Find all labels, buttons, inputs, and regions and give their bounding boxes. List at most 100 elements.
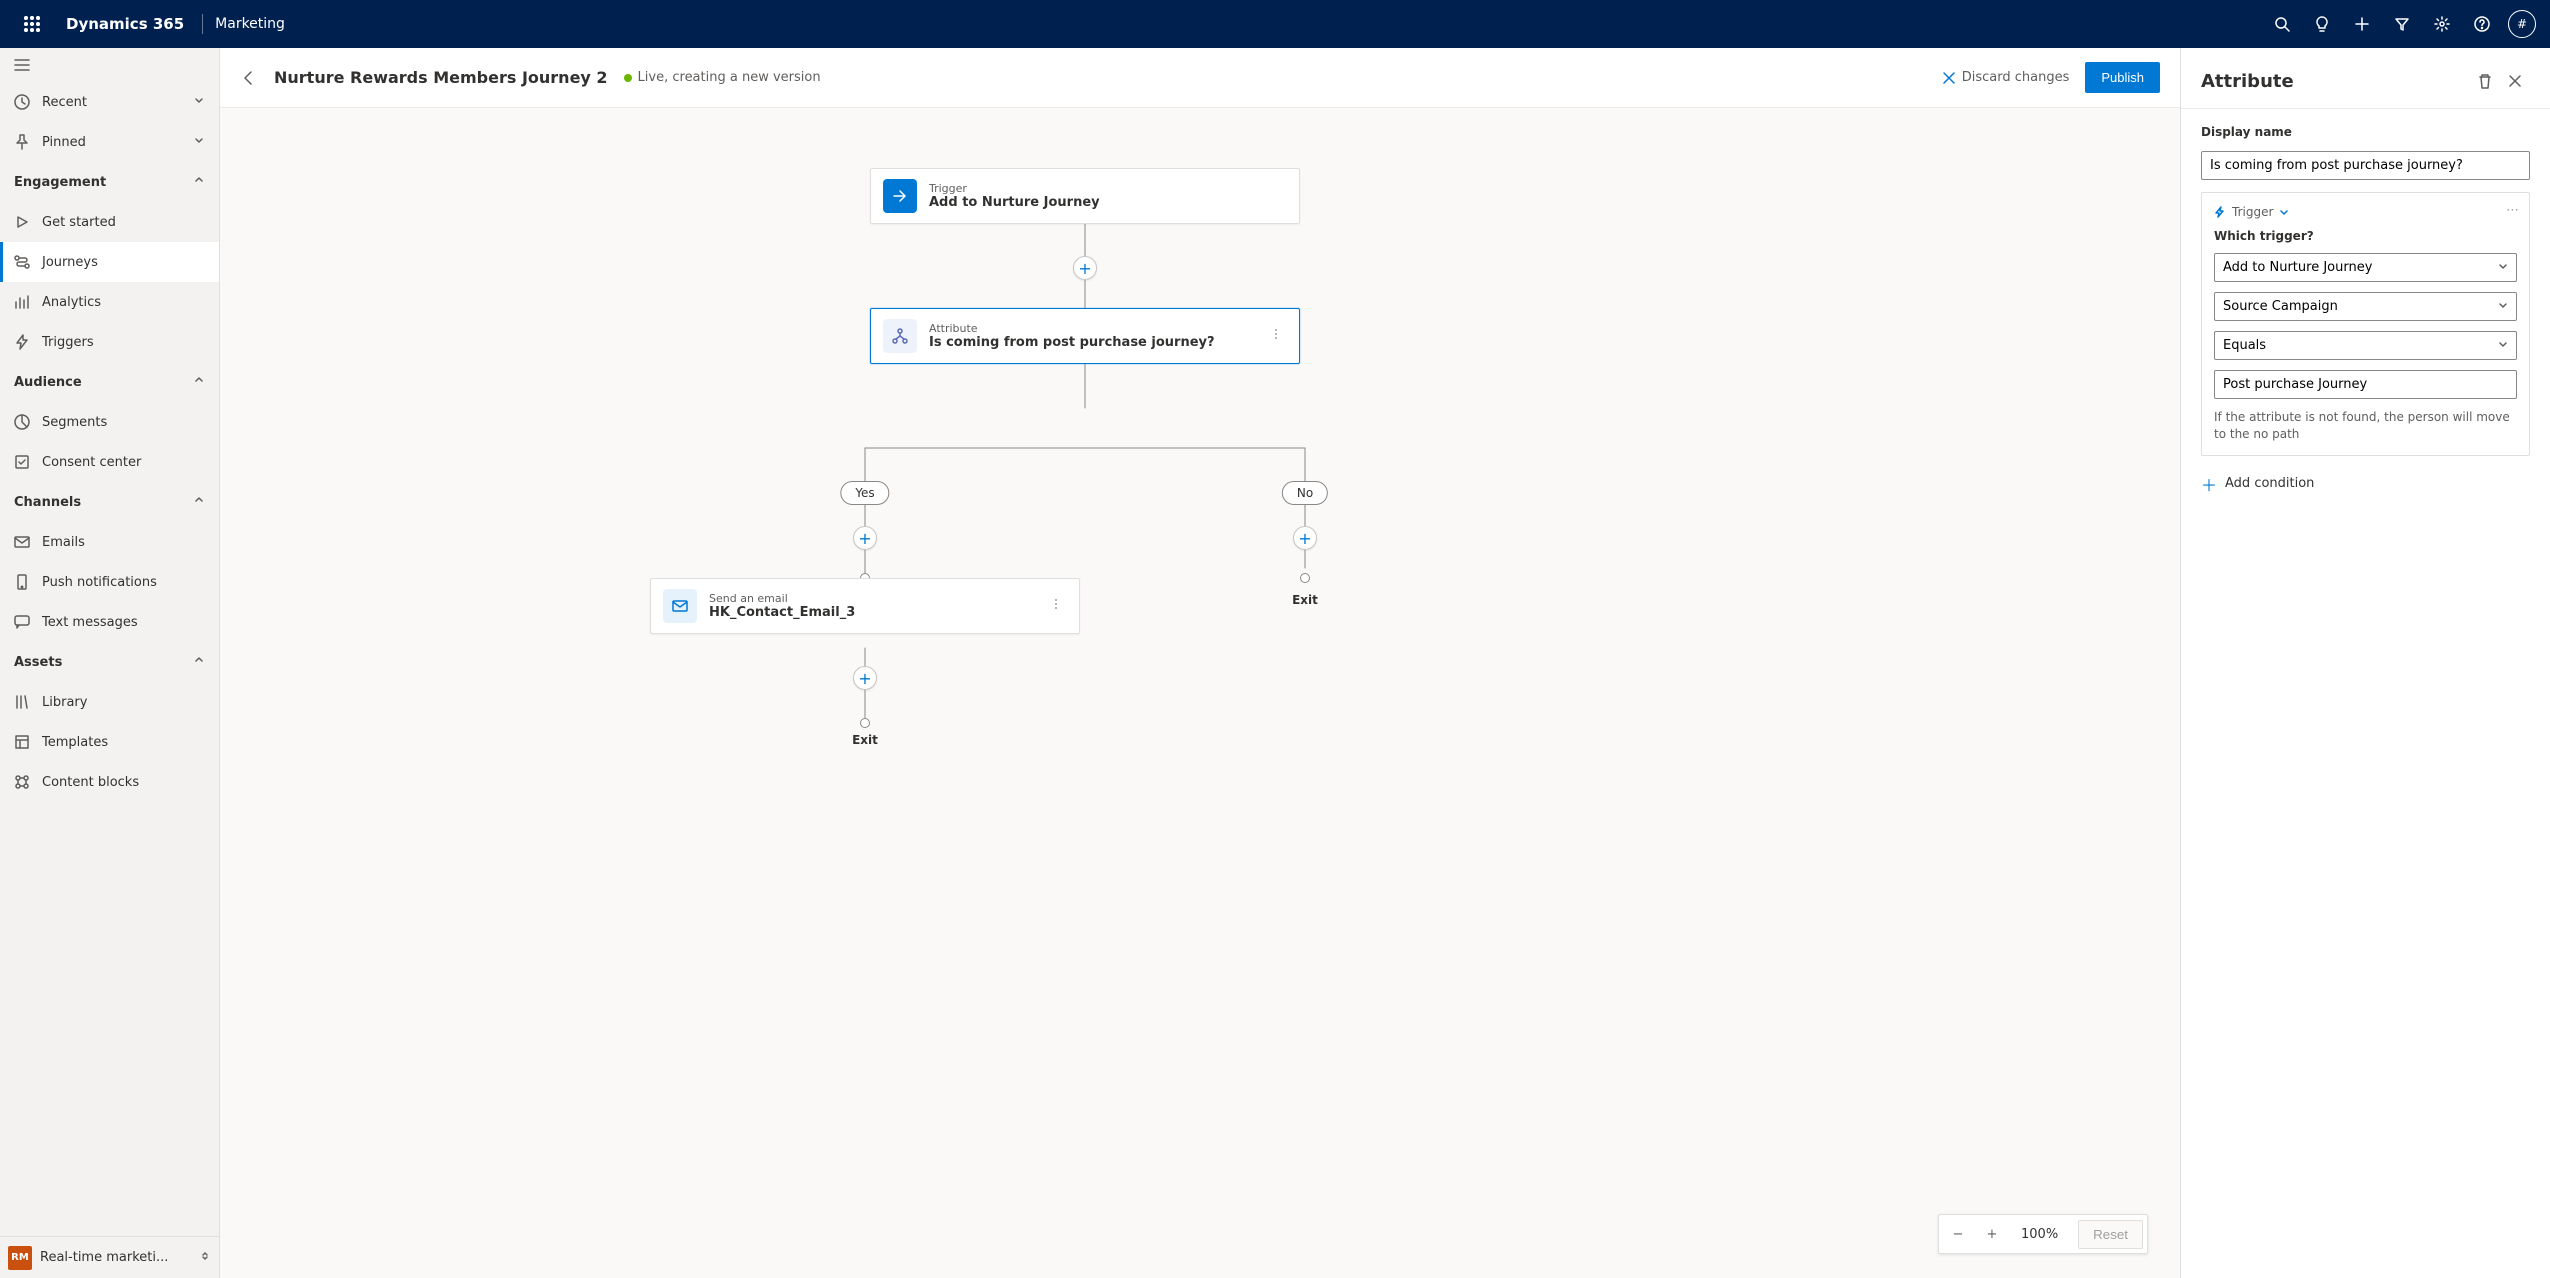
nav-section-label: Channels: [14, 495, 81, 510]
chevron-up-icon: [193, 174, 205, 190]
nav-section-audience[interactable]: Audience: [0, 362, 219, 402]
search-icon[interactable]: [2262, 0, 2302, 48]
nav-consent-center[interactable]: Consent center: [0, 442, 219, 482]
area-badge: RM: [8, 1246, 32, 1270]
nav-item-label: Triggers: [42, 335, 94, 350]
publish-button[interactable]: Publish: [2085, 62, 2160, 93]
node-more-icon[interactable]: [1265, 323, 1287, 349]
nav-item-label: Journeys: [42, 255, 98, 270]
nav-pinned[interactable]: Pinned: [0, 122, 219, 162]
discard-label: Discard changes: [1962, 70, 2070, 85]
nav-recent[interactable]: Recent: [0, 82, 219, 122]
chevron-down-icon: [193, 134, 205, 150]
nav-text-messages[interactable]: Text messages: [0, 602, 219, 642]
add-step-button[interactable]: +: [853, 526, 877, 550]
nav-triggers[interactable]: Triggers: [0, 322, 219, 362]
node-email[interactable]: Send an email HK_Contact_Email_3: [650, 578, 1080, 634]
add-step-button[interactable]: +: [1293, 526, 1317, 550]
nav-content-blocks[interactable]: Content blocks: [0, 762, 219, 802]
panel-title: Attribute: [2201, 71, 2470, 92]
nav-recent-label: Recent: [42, 95, 87, 110]
nav-item-label: Text messages: [42, 615, 138, 630]
nav-item-label: Analytics: [42, 295, 101, 310]
nav-section-assets[interactable]: Assets: [0, 642, 219, 682]
nav-item-label: Get started: [42, 215, 116, 230]
nav-segments[interactable]: Segments: [0, 402, 219, 442]
nav-section-label: Audience: [14, 375, 82, 390]
add-condition-button[interactable]: ＋ Add condition: [2201, 468, 2530, 500]
discard-changes-button[interactable]: Discard changes: [1942, 70, 2070, 85]
nav-section-engagement[interactable]: Engagement: [0, 162, 219, 202]
display-name-label: Display name: [2201, 125, 2530, 139]
brand-label: Dynamics 365: [56, 15, 194, 33]
nav-item-label: Segments: [42, 415, 107, 430]
add-condition-label: Add condition: [2225, 476, 2314, 491]
connector-port: [860, 718, 870, 728]
nav-templates[interactable]: Templates: [0, 722, 219, 762]
area-switcher[interactable]: RM Real-time marketi...: [0, 1236, 219, 1278]
add-icon[interactable]: [2342, 0, 2382, 48]
nav-emails[interactable]: Emails: [0, 522, 219, 562]
exit-label: Exit: [1292, 593, 1318, 607]
global-top-bar: Dynamics 365 Marketing #: [0, 0, 2550, 48]
status-text: Live, creating a new version: [638, 70, 821, 85]
node-name-label: Is coming from post purchase journey?: [929, 335, 1253, 350]
trigger-icon: [883, 179, 917, 213]
left-nav: Recent Pinned Engagement Get started Jou…: [0, 48, 220, 1278]
add-step-button[interactable]: +: [1073, 256, 1097, 280]
zoom-out-button[interactable]: −: [1943, 1219, 1973, 1249]
help-icon[interactable]: [2462, 0, 2502, 48]
nav-push-notifications[interactable]: Push notifications: [0, 562, 219, 602]
node-attribute[interactable]: Attribute Is coming from post purchase j…: [870, 308, 1300, 364]
zoom-in-button[interactable]: +: [1977, 1219, 2007, 1249]
node-trigger[interactable]: Trigger Add to Nurture Journey: [870, 168, 1300, 224]
nav-item-label: Library: [42, 695, 87, 710]
node-more-icon[interactable]: [1045, 593, 1067, 619]
card-more-icon[interactable]: ⋯: [2506, 203, 2519, 218]
condition-hint: If the attribute is not found, the perso…: [2214, 409, 2517, 443]
nav-item-label: Content blocks: [42, 775, 139, 790]
nav-analytics[interactable]: Analytics: [0, 282, 219, 322]
chevron-up-icon: [193, 654, 205, 670]
card-heading-label: Trigger: [2232, 205, 2273, 219]
journey-canvas[interactable]: Trigger Add to Nurture Journey + Attribu…: [220, 108, 2180, 1278]
brand-divider: [202, 14, 203, 34]
branch-yes-pill[interactable]: Yes: [840, 481, 889, 505]
delete-icon[interactable]: [2470, 66, 2500, 96]
settings-icon[interactable]: [2422, 0, 2462, 48]
properties-panel: Attribute Display name ⋯ Trigger: [2180, 48, 2550, 1278]
which-trigger-select[interactable]: [2214, 253, 2517, 282]
filter-icon[interactable]: [2382, 0, 2422, 48]
module-label: Marketing: [211, 16, 289, 32]
display-name-input[interactable]: [2201, 151, 2530, 180]
branch-no-pill[interactable]: No: [1282, 481, 1328, 505]
app-launcher-icon[interactable]: [8, 0, 56, 48]
add-step-button[interactable]: +: [853, 666, 877, 690]
nav-get-started[interactable]: Get started: [0, 202, 219, 242]
nav-journeys[interactable]: Journeys: [0, 242, 219, 282]
card-heading[interactable]: Trigger: [2214, 205, 2517, 219]
nav-collapse-icon[interactable]: [0, 48, 219, 82]
node-name-label: Add to Nurture Journey: [929, 195, 1287, 210]
nav-section-label: Engagement: [14, 175, 106, 190]
email-icon: [663, 589, 697, 623]
close-icon[interactable]: [2500, 66, 2530, 96]
nav-section-channels[interactable]: Channels: [0, 482, 219, 522]
nav-library[interactable]: Library: [0, 682, 219, 722]
node-name-label: HK_Contact_Email_3: [709, 605, 1033, 620]
node-type-label: Trigger: [929, 182, 1287, 195]
user-avatar[interactable]: #: [2508, 10, 2536, 38]
attribute-field-select[interactable]: [2214, 292, 2517, 321]
compare-value-input[interactable]: [2214, 370, 2517, 399]
nav-item-label: Push notifications: [42, 575, 157, 590]
nav-section-label: Assets: [14, 655, 62, 670]
condition-card: ⋯ Trigger Which trigger?: [2201, 192, 2530, 456]
nav-item-label: Templates: [42, 735, 108, 750]
zoom-reset-button[interactable]: Reset: [2078, 1220, 2143, 1249]
operator-select[interactable]: [2214, 331, 2517, 360]
lightbulb-icon[interactable]: [2302, 0, 2342, 48]
node-type-label: Attribute: [929, 322, 1253, 335]
zoom-control: − + 100% Reset: [1938, 1214, 2148, 1254]
connector-port: [1300, 573, 1310, 583]
back-button[interactable]: [240, 69, 258, 87]
